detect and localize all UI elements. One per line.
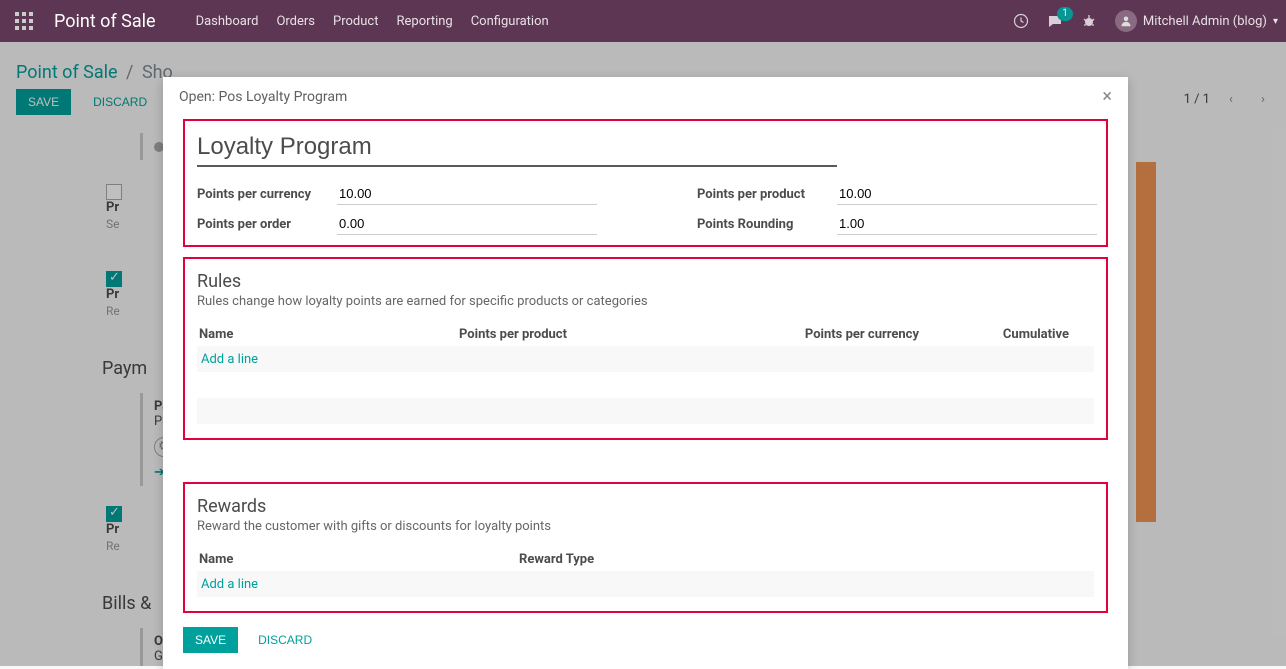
dialog-save-button[interactable]: SAVE: [183, 627, 238, 653]
rewards-table: Name Reward Type Add a line: [197, 548, 1094, 597]
ppc-label: Points per currency: [197, 187, 337, 202]
rewards-title: Rewards: [197, 496, 1094, 517]
rules-section: Rules Rules change how loyalty points ar…: [183, 257, 1108, 440]
modal-overlay[interactable]: Open: Pos Loyalty Program × Points per c…: [0, 42, 1286, 666]
app-title[interactable]: Point of Sale: [54, 11, 156, 32]
dialog: Open: Pos Loyalty Program × Points per c…: [163, 77, 1128, 669]
user-menu[interactable]: Mitchell Admin (blog) ▾: [1115, 10, 1278, 32]
ppp-input[interactable]: [837, 183, 1097, 205]
rules-th-ppp: Points per product: [459, 327, 729, 342]
nav-links: Dashboard Orders Product Reporting Confi…: [196, 14, 549, 29]
nav-orders[interactable]: Orders: [276, 14, 315, 29]
messages-icon[interactable]: 1: [1047, 13, 1063, 29]
rules-th-name: Name: [199, 327, 459, 342]
ppp-label: Points per product: [697, 187, 837, 202]
bug-icon[interactable]: [1081, 13, 1097, 29]
nav-dashboard[interactable]: Dashboard: [196, 14, 259, 29]
ppc-input[interactable]: [337, 183, 597, 205]
program-name-input[interactable]: [197, 129, 837, 167]
dialog-discard-button[interactable]: DISCARD: [246, 627, 324, 653]
nav-configuration[interactable]: Configuration: [471, 14, 549, 29]
rewards-section: Rewards Reward the customer with gifts o…: [183, 482, 1108, 613]
dialog-title: Open: Pos Loyalty Program: [179, 89, 347, 105]
ppo-label: Points per order: [197, 217, 337, 232]
rewards-desc: Reward the customer with gifts or discou…: [197, 519, 1094, 534]
user-label: Mitchell Admin (blog): [1143, 14, 1267, 29]
avatar: [1115, 10, 1137, 32]
ppo-input[interactable]: [337, 213, 597, 235]
rules-th-cumulative: Cumulative: [919, 327, 1069, 342]
nav-product[interactable]: Product: [333, 14, 378, 29]
rewards-th-type: Reward Type: [519, 552, 1079, 567]
loyalty-header-section: Points per currency Points per product P…: [183, 119, 1108, 247]
rules-desc: Rules change how loyalty points are earn…: [197, 294, 1094, 309]
rules-add-line[interactable]: Add a line: [199, 352, 459, 367]
rules-title: Rules: [197, 271, 1094, 292]
close-icon[interactable]: ×: [1102, 90, 1112, 104]
caret-down-icon: ▾: [1273, 16, 1278, 27]
apps-icon[interactable]: [8, 5, 40, 37]
rewards-th-name: Name: [199, 552, 519, 567]
clock-icon[interactable]: [1013, 13, 1029, 29]
rules-table: Name Points per product Points per curre…: [197, 323, 1094, 424]
topbar: Point of Sale Dashboard Orders Product R…: [0, 0, 1286, 42]
top-right-controls: 1 Mitchell Admin (blog) ▾: [1013, 10, 1278, 32]
messages-count: 1: [1057, 7, 1073, 21]
nav-reporting[interactable]: Reporting: [396, 14, 452, 29]
rewards-add-line[interactable]: Add a line: [199, 577, 519, 592]
rules-th-ppc: Points per currency: [729, 327, 919, 342]
pr-label: Points Rounding: [697, 217, 837, 232]
pr-input[interactable]: [837, 213, 1097, 235]
